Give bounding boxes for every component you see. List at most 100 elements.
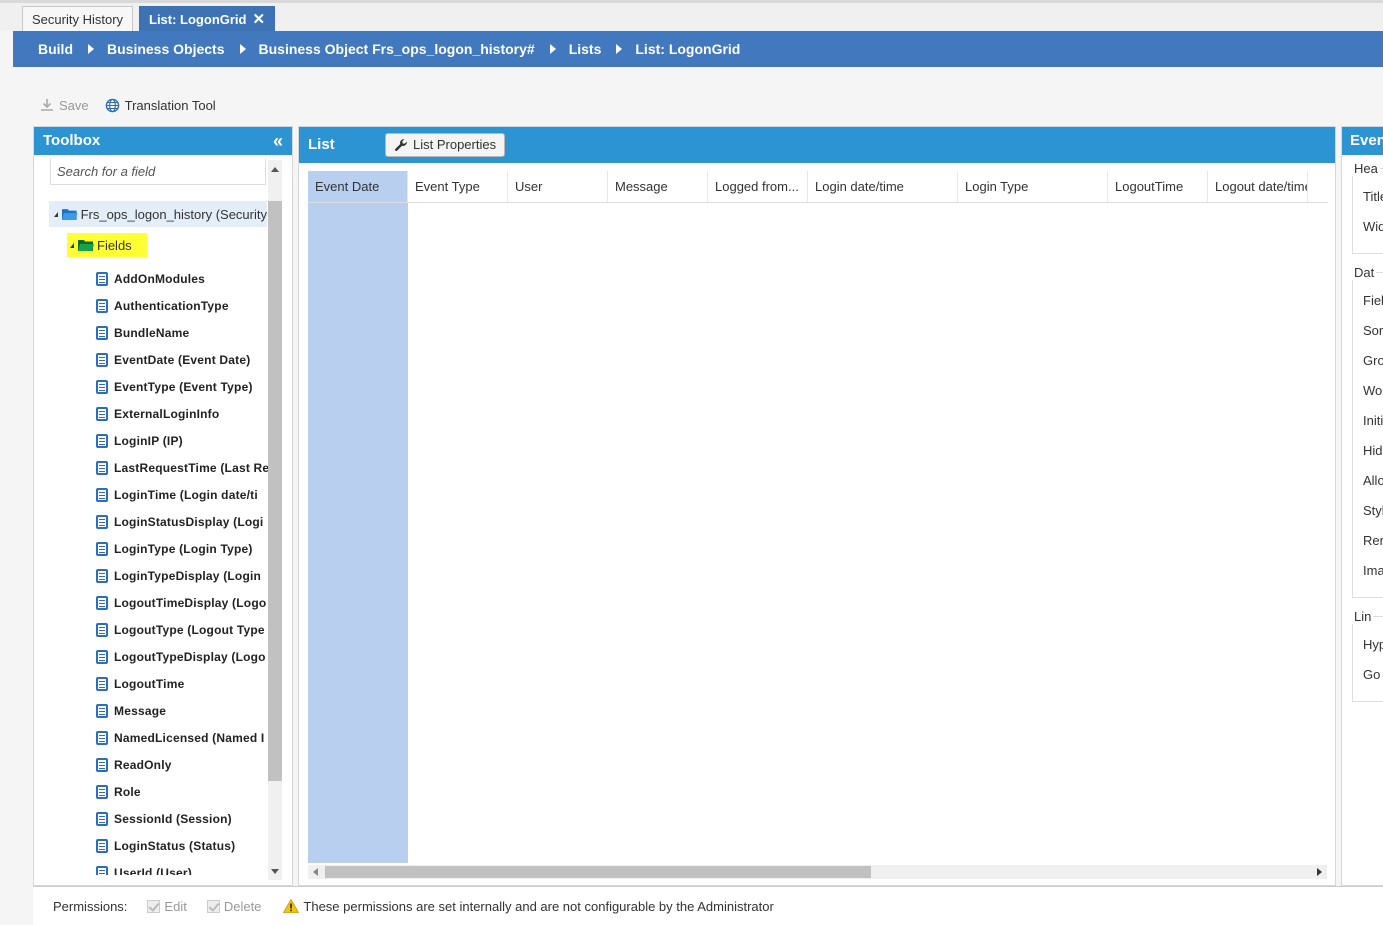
- event-row[interactable]: Go: [1363, 667, 1380, 682]
- edit-label: Edit: [164, 898, 187, 914]
- grid-scroll-thumb[interactable]: [325, 866, 871, 878]
- field-document-icon: [96, 676, 108, 691]
- events-group-header: [1352, 168, 1383, 254]
- event-row[interactable]: Fiel: [1363, 293, 1383, 308]
- delete-checkbox[interactable]: Delete: [206, 898, 262, 914]
- tree-node-business-object[interactable]: Frs_ops_logon_history (Security: [49, 201, 267, 227]
- list-item[interactable]: EventType (Event Type): [96, 373, 268, 400]
- expand-triangle-icon[interactable]: [70, 242, 74, 248]
- double-chevron-left-icon[interactable]: «: [273, 127, 283, 155]
- field-label: ExternalLoginInfo: [114, 406, 220, 421]
- column-header-logged-from[interactable]: Logged from...: [708, 171, 808, 202]
- tab-security-history[interactable]: Security History: [22, 6, 134, 33]
- column-header-user[interactable]: User: [508, 171, 608, 202]
- grid-header: Event Date Event Type User Message Logge…: [308, 171, 1328, 203]
- field-label: UserId (User): [114, 865, 192, 876]
- tab-label: List: LogonGrid: [149, 12, 247, 27]
- group-title: Lin: [1352, 609, 1374, 624]
- scroll-up-arrow-icon[interactable]: [271, 167, 279, 172]
- list-item[interactable]: ExternalLoginInfo: [96, 400, 268, 427]
- column-header-login-datetime[interactable]: Login date/time: [808, 171, 958, 202]
- list-item[interactable]: UserId (User): [96, 859, 268, 875]
- list-item[interactable]: LogoutTimeDisplay (Logo: [96, 589, 268, 616]
- selected-column-body[interactable]: [308, 203, 408, 863]
- grid-horizontal-scrollbar[interactable]: [308, 865, 1327, 879]
- event-row[interactable]: Ima: [1363, 563, 1383, 578]
- column-header-login-type[interactable]: Login Type: [958, 171, 1108, 202]
- event-row[interactable]: Allo: [1363, 473, 1383, 488]
- toolbox-panel: Toolbox « Search for a field Frs_ops_log…: [33, 126, 293, 886]
- warning-text: These permissions are set internally and…: [303, 898, 774, 914]
- list-item[interactable]: EventDate (Event Date): [96, 346, 268, 373]
- scroll-right-arrow-icon[interactable]: [1317, 868, 1322, 876]
- group-title: Hea: [1352, 161, 1380, 176]
- event-row[interactable]: Sor: [1363, 323, 1383, 338]
- list-item[interactable]: LogoutTime: [96, 670, 268, 697]
- list-properties-button[interactable]: List Properties: [385, 133, 506, 157]
- column-header-event-date[interactable]: Event Date: [308, 171, 408, 202]
- column-header-logout-time[interactable]: LogoutTime: [1108, 171, 1208, 202]
- list-item[interactable]: LogoutType (Logout Type: [96, 616, 268, 643]
- tab-list-logongrid[interactable]: List: LogonGrid ✕: [139, 6, 276, 33]
- field-document-icon: [96, 487, 108, 502]
- scroll-down-arrow-icon[interactable]: [271, 869, 279, 874]
- column-header-logout-datetime[interactable]: Logout date/time: [1208, 171, 1308, 202]
- download-icon: [41, 99, 53, 111]
- save-label: Save: [59, 97, 89, 113]
- scroll-left-arrow-icon[interactable]: [313, 868, 318, 876]
- field-label: LoginTypeDisplay (Login: [114, 568, 262, 583]
- list-item[interactable]: SessionId (Session): [96, 805, 268, 832]
- delete-label: Delete: [223, 898, 262, 914]
- list-item[interactable]: LoginStatus (Status): [96, 832, 268, 859]
- list-item[interactable]: ReadOnly: [96, 751, 268, 778]
- search-field-input[interactable]: Search for a field: [50, 159, 266, 185]
- event-row[interactable]: Title: [1363, 189, 1383, 204]
- list-item[interactable]: LoginIP (IP): [96, 427, 268, 454]
- tree-node-fields[interactable]: Fields: [67, 233, 147, 257]
- translation-tool-label: Translation Tool: [124, 97, 216, 113]
- field-label: ReadOnly: [114, 757, 172, 772]
- expand-triangle-icon[interactable]: [54, 211, 58, 217]
- field-document-icon: [96, 352, 108, 367]
- toolbox-scroll-thumb[interactable]: [268, 201, 282, 781]
- list-item[interactable]: Role: [96, 778, 268, 805]
- event-row[interactable]: Wid: [1363, 219, 1383, 234]
- field-label: Message: [114, 703, 167, 718]
- fields-list: AddOnModules AuthenticationType BundleNa…: [96, 265, 268, 875]
- folder-open-icon: [62, 209, 78, 220]
- event-row[interactable]: Wor: [1363, 383, 1383, 398]
- breadcrumb-build[interactable]: Build: [38, 41, 73, 57]
- list-item[interactable]: AddOnModules: [96, 265, 268, 292]
- list-item[interactable]: LoginTypeDisplay (Login: [96, 562, 268, 589]
- list-item[interactable]: AuthenticationType: [96, 292, 268, 319]
- column-header-message[interactable]: Message: [608, 171, 708, 202]
- breadcrumb-business-object[interactable]: Business Object Frs_ops_logon_history#: [259, 41, 535, 57]
- field-document-icon: [96, 838, 108, 853]
- event-row[interactable]: Gro: [1363, 353, 1383, 368]
- event-row[interactable]: Initi: [1363, 413, 1383, 428]
- breadcrumb-lists[interactable]: Lists: [569, 41, 602, 57]
- column-header-event-type[interactable]: Event Type: [408, 171, 508, 202]
- list-item[interactable]: LoginStatusDisplay (Logi: [96, 508, 268, 535]
- list-item[interactable]: LogoutTypeDisplay (Logo: [96, 643, 268, 670]
- event-row[interactable]: Hyp: [1363, 637, 1383, 652]
- close-icon[interactable]: ✕: [252, 7, 265, 32]
- toolbar: Save Translation Tool: [40, 95, 232, 115]
- list-item[interactable]: LastRequestTime (Last Re: [96, 454, 268, 481]
- field-document-icon: [96, 649, 108, 664]
- event-row[interactable]: Ren: [1363, 533, 1383, 548]
- event-row[interactable]: Styl: [1363, 503, 1383, 518]
- list-item[interactable]: LoginTime (Login date/ti: [96, 481, 268, 508]
- list-item[interactable]: LoginType (Login Type): [96, 535, 268, 562]
- edit-checkbox[interactable]: Edit: [147, 898, 187, 914]
- save-button[interactable]: Save: [40, 98, 89, 113]
- list-item[interactable]: BundleName: [96, 319, 268, 346]
- field-document-icon: [96, 757, 108, 772]
- event-row[interactable]: Hid: [1363, 443, 1383, 458]
- list-item[interactable]: Message: [96, 697, 268, 724]
- folder-open-icon: [78, 240, 94, 251]
- list-item[interactable]: NamedLicensed (Named I: [96, 724, 268, 751]
- translation-tool-button[interactable]: Translation Tool: [105, 98, 216, 113]
- breadcrumb-business-objects[interactable]: Business Objects: [107, 41, 225, 57]
- group-title: Dat: [1352, 265, 1377, 280]
